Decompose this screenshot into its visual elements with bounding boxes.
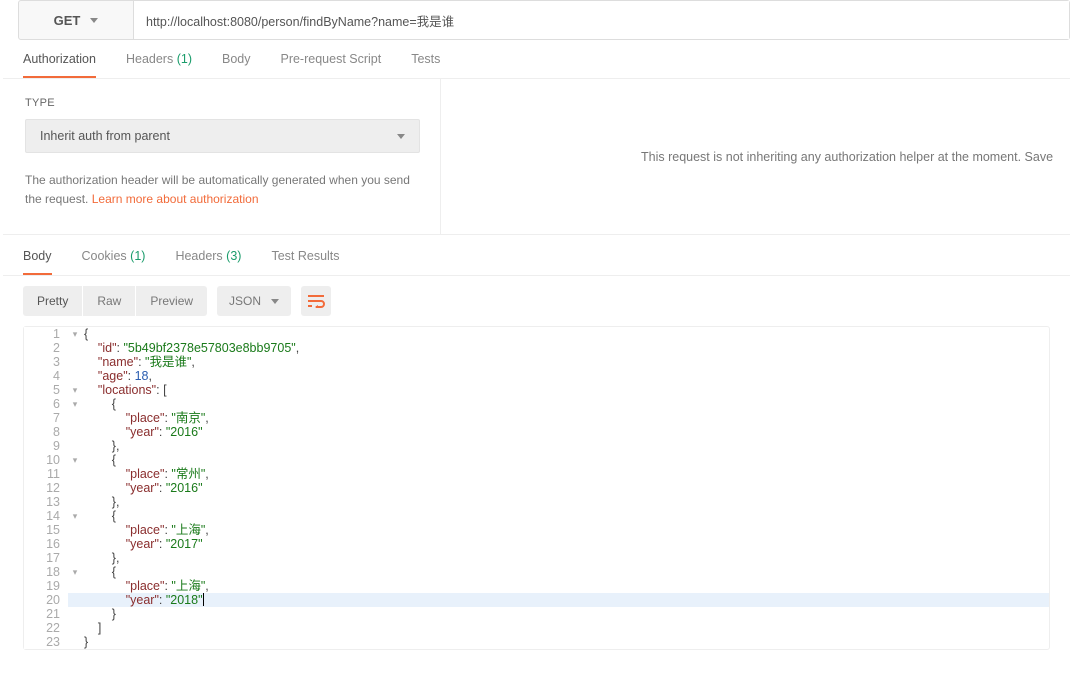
chevron-down-icon bbox=[271, 299, 279, 304]
wrap-lines-button[interactable] bbox=[301, 286, 331, 316]
view-raw-button[interactable]: Raw bbox=[83, 286, 135, 316]
auth-type-value: Inherit auth from parent bbox=[40, 129, 170, 143]
view-pretty-button[interactable]: Pretty bbox=[23, 286, 82, 316]
resp-tab-headers[interactable]: Headers (3) bbox=[175, 249, 241, 275]
wrap-icon bbox=[307, 294, 325, 308]
chevron-down-icon bbox=[90, 18, 98, 23]
auth-type-label: TYPE bbox=[25, 97, 418, 109]
learn-more-link[interactable]: Learn more about authorization bbox=[92, 192, 259, 206]
response-tabs: Body Cookies (1) Headers (3) Test Result… bbox=[3, 235, 1070, 276]
http-method-select[interactable]: GET bbox=[19, 1, 134, 39]
tab-prerequest[interactable]: Pre-request Script bbox=[280, 52, 381, 78]
resp-cookies-count: (1) bbox=[130, 249, 145, 263]
chevron-down-icon bbox=[397, 134, 405, 139]
auth-description: The authorization header will be automat… bbox=[25, 171, 418, 208]
resp-cookies-label: Cookies bbox=[82, 249, 127, 263]
authorization-pane: TYPE Inherit auth from parent The author… bbox=[3, 79, 1070, 235]
url-input[interactable]: http://localhost:8080/person/findByName?… bbox=[134, 1, 1069, 39]
resp-headers-count: (3) bbox=[226, 249, 241, 263]
response-toolbar: Pretty Raw Preview JSON bbox=[3, 276, 1070, 322]
request-tabs: Authorization Headers (1) Body Pre-reque… bbox=[3, 40, 1070, 79]
url-value: http://localhost:8080/person/findByName?… bbox=[146, 11, 454, 30]
tab-authorization[interactable]: Authorization bbox=[23, 52, 96, 78]
auth-type-select[interactable]: Inherit auth from parent bbox=[25, 119, 420, 153]
tab-headers-label: Headers bbox=[126, 52, 173, 66]
resp-tab-body[interactable]: Body bbox=[23, 249, 52, 275]
response-body-viewer[interactable]: 1▾{ 2 "id": "5b49bf2378e57803e8bb9705", … bbox=[23, 326, 1050, 650]
auth-right-message: This request is not inheriting any autho… bbox=[441, 79, 1070, 234]
format-value: JSON bbox=[229, 294, 261, 308]
request-bar: GET http://localhost:8080/person/findByN… bbox=[18, 0, 1070, 40]
resp-tab-cookies[interactable]: Cookies (1) bbox=[82, 249, 146, 275]
tab-headers[interactable]: Headers (1) bbox=[126, 52, 192, 78]
http-method-value: GET bbox=[54, 13, 81, 28]
tab-tests[interactable]: Tests bbox=[411, 52, 440, 78]
view-mode-group: Pretty Raw Preview bbox=[23, 286, 207, 316]
auth-left: TYPE Inherit auth from parent The author… bbox=[3, 79, 441, 234]
resp-headers-label: Headers bbox=[175, 249, 222, 263]
tab-headers-count: (1) bbox=[177, 52, 192, 66]
view-preview-button[interactable]: Preview bbox=[136, 286, 207, 316]
tab-body[interactable]: Body bbox=[222, 52, 251, 78]
resp-tab-test-results[interactable]: Test Results bbox=[271, 249, 339, 275]
format-select[interactable]: JSON bbox=[217, 286, 291, 316]
